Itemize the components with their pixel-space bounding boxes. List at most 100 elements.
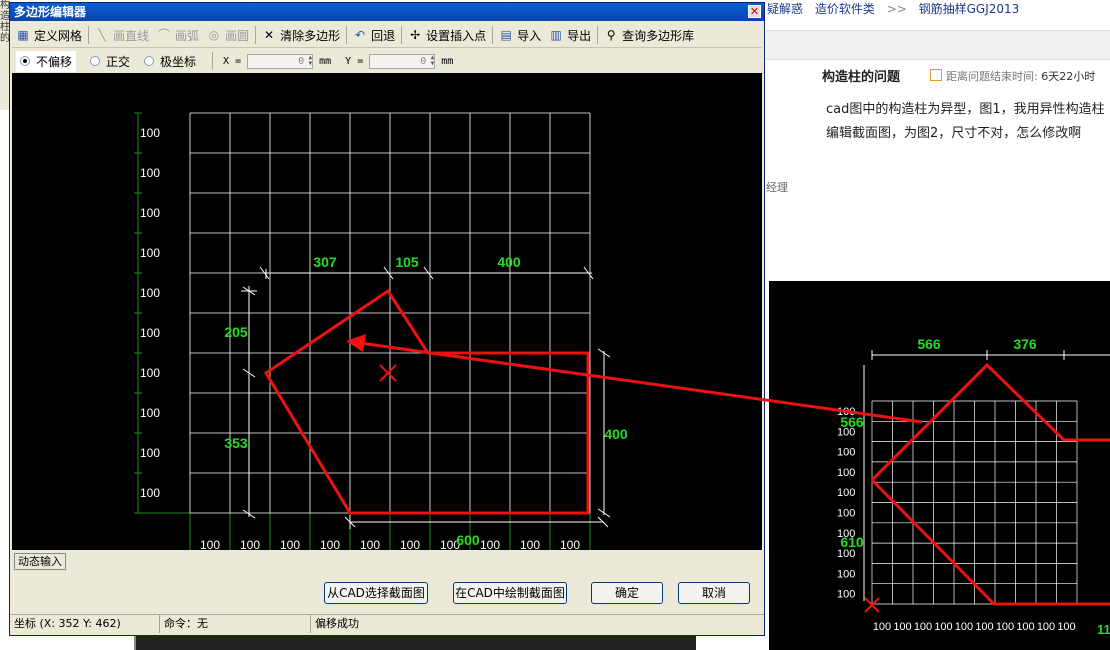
select-from-cad-button[interactable]: 从CAD选择截面图 [324,582,428,604]
cad2-col-label: 100 [955,621,973,633]
set-insert-point-label: 设置插入点 [426,28,487,43]
question-meta-label: 距离问题结束时间: [946,70,1038,83]
query-library-button[interactable]: ⚲ 查询多边形库 [600,25,698,45]
radio-orthogonal[interactable]: 正交 [90,53,130,70]
breadcrumb: 疑解惑 造价软件类 >> 钢筋抽样GGJ2013 [767,0,1027,16]
cad2-col-label: 100 [1037,621,1055,633]
dimension-lines [241,266,611,529]
cad2-grid [871,400,1078,605]
cad2-col-label: 100 [1016,621,1034,633]
polygon-shape[interactable] [263,288,590,515]
cad2-polygon [870,362,1110,482]
cad-image-svg: 566 376 566 610 100100100100100100100100… [837,336,1110,637]
row-label: 100 [140,206,160,220]
magnifier-icon: ⚲ [606,28,616,42]
cad2-row-label: 100 [837,568,855,580]
options-bar: 不偏移 正交 极坐标 X = 0 ▲ ▼ mm Y = 0 ▲ ▼ mm [12,50,762,72]
radio-label: 极坐标 [160,54,197,69]
drawing-canvas[interactable]: 100 100 100 100 100 100 100 100 100 100 100 100 100… [12,73,762,550]
question-meta: 距离问题结束时间: 6天22小时 [930,68,1095,84]
cancel-button[interactable]: 取消 [678,582,750,604]
line-icon: ╲ [98,28,106,42]
radio-no-offset[interactable]: 不偏移 [16,50,77,72]
breadcrumb-item[interactable]: 造价软件类 [815,2,875,16]
radio-label: 不偏移 [36,54,73,69]
import-button[interactable]: ▤ 导入 [495,25,545,45]
cad2-col-label: 100 [1057,621,1075,633]
col-label: 100 [200,538,220,550]
x-input[interactable]: 0 ▲ ▼ [247,53,314,69]
x-icon: ✕ [264,28,275,42]
radio-label: 正交 [106,54,131,69]
query-library-label: 查询多边形库 [622,28,695,43]
toolbar-separator [492,26,494,44]
undo-icon: ↶ [355,28,366,42]
radio-dot [90,56,101,66]
x-unit: mm [319,55,332,67]
toolbar-separator [597,26,599,44]
cad2-top-dim: 376 [1013,336,1037,352]
clear-polygon-button[interactable]: ✕ 清除多边形 [258,25,344,45]
col-label: 100 [360,538,380,550]
status-message: 偏移成功 [315,617,359,630]
row-label: 100 [140,126,160,140]
cad2-row-label: 100 [837,426,855,438]
grid [189,112,591,514]
export-button[interactable]: ▥ 导出 [545,25,595,45]
cad2-col-label: 100 [975,621,993,633]
set-insert-point-button[interactable]: ✢ 设置插入点 [404,25,490,45]
x-label: X = [223,55,242,67]
page-tab-bar [766,30,1110,60]
title-bar[interactable]: 多边形编辑器 ✕ [10,3,764,21]
status-command: 命令：无 [160,615,311,633]
dim-left-205: 205 [224,324,248,340]
dynamic-input-button[interactable]: 动态输入 [14,553,66,570]
cad2-row-labels: 100 100 100 100 100 100 100 100 100 100 [837,406,855,601]
y-label: Y = [345,55,364,67]
toolbar-separator [401,26,403,44]
ok-button[interactable]: 确定 [591,582,663,604]
cad2-row-label: 100 [837,589,855,601]
toolbar: ▦ 定义网格 ╲ 画直线 ⌒ 画弧 ◎ 画圆 ✕ 清除多边形 ↶ 回退 ✢ 设置插入点 ▤ 导入… [12,23,762,48]
y-spinner[interactable]: ▲ ▼ [427,54,435,68]
draw-arc-button[interactable]: ⌒ 画弧 [153,25,203,45]
row-label: 100 [140,446,160,460]
draw-line-button[interactable]: ╲ 画直线 [91,25,153,45]
cad2-col-label: 100 [893,621,911,633]
clock-icon [930,69,942,81]
undo-button[interactable]: ↶ 回退 [349,25,399,45]
polygon-editor-dialog: 多边形编辑器 ✕ ▦ 定义网格 ╲ 画直线 ⌒ 画弧 ◎ 画圆 ✕ 清除多边形 ↶ 回退 ✢… [9,2,765,636]
dim-left-353: 353 [224,435,248,451]
row-label: 100 [140,486,160,500]
cad2-polygon [870,478,1110,606]
close-button[interactable]: ✕ [748,5,761,18]
question-body: cad图中的构造柱为异型，图1，我用异性构造柱编辑截面图，为图2，尺寸不对，怎么… [826,102,1105,141]
y-input[interactable]: 0 ▲ ▼ [369,53,436,69]
cad2-col-label: 100 [934,621,952,633]
import-icon: ▤ [500,28,512,42]
radio-dot [20,56,30,66]
toolbar-separator [88,26,90,44]
define-grid-button[interactable]: ▦ 定义网格 [12,25,86,45]
row-label: 100 [140,326,160,340]
row-labels: 100 100 100 100 100 100 100 100 100 100 [140,126,160,500]
radio-polar[interactable]: 极坐标 [144,53,196,70]
breadcrumb-item[interactable]: 疑解惑 [767,2,803,16]
x-value: 0 [298,55,305,67]
breadcrumb-item[interactable]: 钢筋抽样GGJ2013 [919,2,1020,16]
row-label: 100 [140,406,160,420]
y-value: 0 [420,55,427,67]
radio-dot [144,56,155,66]
draw-circle-button[interactable]: ◎ 画圆 [203,25,253,45]
col-label: 100 [480,538,500,550]
draw-circle-label: 画圆 [225,28,250,43]
cad2-row-label: 100 [837,467,855,479]
cad2-row-label: 100 [837,548,855,560]
draw-in-cad-button[interactable]: 在CAD中绘制截面图 [453,582,567,604]
col-label: 100 [520,538,540,550]
circle-icon: ◎ [208,28,220,42]
question-image-cad: 566 376 566 610 100 100 100 100 100 100 100 100… [769,281,1110,650]
cad2-row-label: 100 [837,508,855,520]
x-spinner[interactable]: ▲ ▼ [305,54,312,68]
dim-top-307: 307 [313,254,337,270]
